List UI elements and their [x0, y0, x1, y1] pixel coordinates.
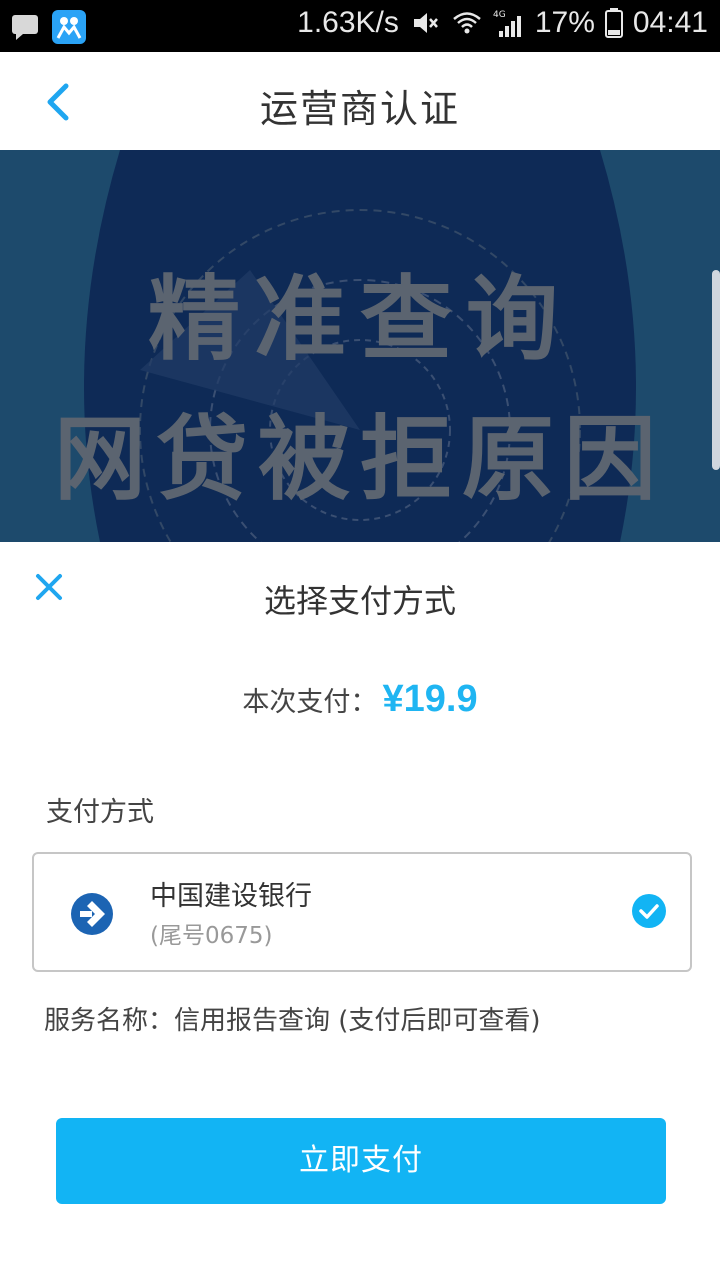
bank-name: 中国建设银行	[150, 881, 312, 912]
sheet-title: 选择支付方式	[263, 582, 456, 620]
status-bar-right: 1.63K/s 4G 17% 04:41	[297, 6, 708, 40]
mute-icon	[413, 13, 438, 33]
amount-value: ¥19.9	[382, 678, 478, 720]
service-name-info: 服务名称：信用报告查询 (支付后即可查看)	[44, 1006, 541, 1036]
amount-label: 本次支付：	[242, 687, 378, 718]
payment-sheet: 选择支付方式 本次支付： ¥19.9 支付方式 中国建设银行 (尾号0675) …	[0, 542, 720, 1280]
status-bar: 1.63K/s 4G 17% 04:41	[0, 0, 720, 52]
network-type-label: 4G	[493, 10, 506, 20]
battery-level: 17%	[534, 6, 595, 39]
net-speed: 1.63K/s	[297, 6, 399, 39]
ccb-bank-logo-icon	[71, 893, 113, 935]
bank-card-option[interactable]: 中国建设银行 (尾号0675)	[32, 852, 692, 972]
banner-headline-1: 精准查询	[147, 266, 572, 373]
wifi-icon	[453, 12, 481, 34]
nav-header: 运营商认证	[0, 52, 720, 150]
signal-4g-icon: 4G	[493, 10, 521, 37]
page-title: 运营商认证	[259, 87, 460, 131]
payment-method-heading: 支付方式	[46, 797, 154, 828]
promo-banner: 精准查询 网贷被拒原因	[0, 150, 720, 542]
amount-row: 本次支付： ¥19.9	[0, 678, 720, 721]
clock: 04:41	[632, 6, 708, 39]
app-notification-icon	[52, 10, 86, 44]
banner-headline-2: 网贷被拒原因	[53, 406, 666, 513]
card-tail-number: (尾号0675)	[150, 923, 273, 949]
pay-now-button[interactable]: 立即支付	[56, 1118, 666, 1204]
selected-check-icon	[632, 894, 666, 928]
battery-icon	[604, 8, 623, 38]
status-bar-left	[10, 10, 86, 44]
message-icon	[12, 15, 38, 40]
